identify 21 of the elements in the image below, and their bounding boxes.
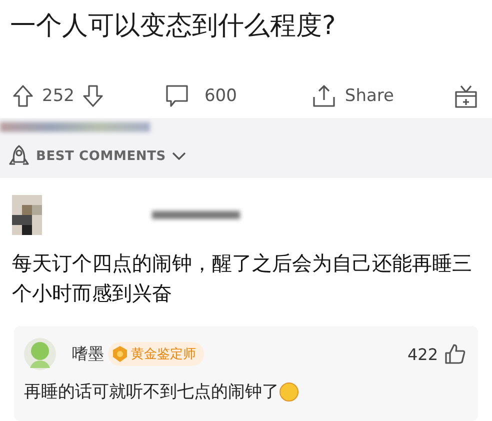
post-title: 一个人可以变态到什么程度? — [9, 10, 337, 43]
comment-icon[interactable] — [164, 83, 190, 109]
like-count: 422 — [407, 344, 438, 364]
chevron-down-icon[interactable] — [172, 151, 186, 161]
sort-dropdown[interactable]: BEST COMMENTS — [36, 148, 166, 164]
user-badge: 黄金鉴定师 — [108, 342, 204, 366]
rocket-icon — [8, 144, 30, 168]
author-name[interactable]: 嗜墨 — [72, 344, 104, 364]
pixelated-avatar — [12, 194, 42, 236]
comment-count: 600 — [204, 86, 237, 106]
avatar — [24, 338, 56, 370]
upvote-count: 252 — [42, 86, 74, 106]
reply-text: 再睡的话可就听不到七点的闹钟了 — [24, 381, 279, 403]
share-icon[interactable] — [310, 83, 337, 109]
comment-text: 每天订个四点的闹钟，醒了之后会为自己还能再睡三个小时而感到兴奋 — [12, 250, 473, 307]
emoji-icon — [279, 382, 299, 402]
downvote-icon[interactable] — [82, 84, 104, 108]
thumbs-up-icon[interactable] — [444, 343, 466, 365]
share-button[interactable]: Share — [344, 86, 394, 106]
upvote-icon[interactable] — [12, 84, 34, 108]
gift-icon[interactable] — [454, 83, 478, 109]
